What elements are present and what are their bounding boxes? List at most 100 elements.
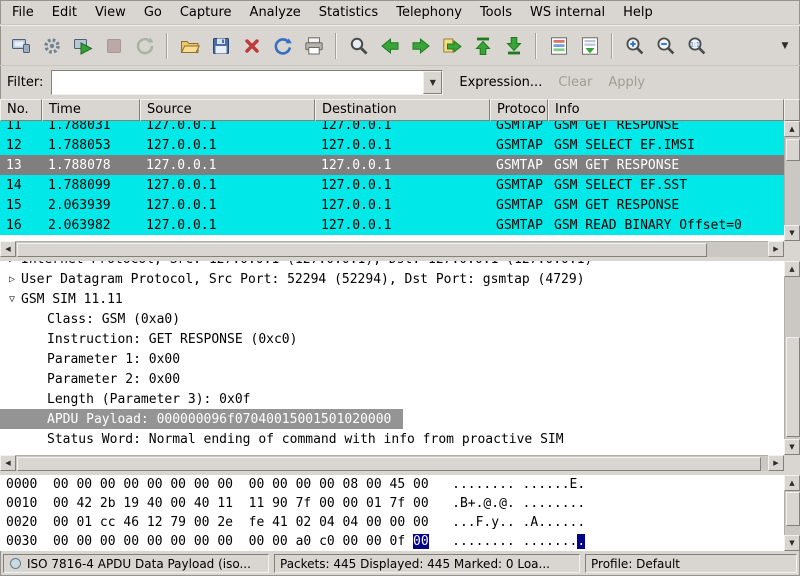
scroll-left-icon[interactable]: ◀ [0, 455, 16, 471]
menu-telephony[interactable]: Telephony [387, 2, 471, 23]
scroll-down-icon[interactable]: ▼ [784, 535, 800, 551]
expression-button[interactable]: Expression... [459, 75, 542, 90]
detail-line[interactable]: ▷Internet Protocol, Src: 127.0.0.1 (127.… [0, 261, 784, 269]
capture-options-button[interactable] [36, 30, 67, 61]
packet-cell: 127.0.0.1 [315, 158, 490, 173]
packet-details: ▷Internet Protocol, Src: 127.0.0.1 (127.… [0, 261, 784, 455]
detail-line[interactable]: Parameter 1: 0x00 [0, 349, 784, 369]
toolbar-overflow-button[interactable]: ▼ [775, 34, 795, 58]
scroll-left-icon[interactable]: ◀ [0, 241, 16, 257]
toolbar-separator [535, 33, 537, 59]
clear-button[interactable]: Clear [558, 75, 592, 90]
detail-line[interactable]: Status Word: Normal ending of command wi… [0, 429, 784, 449]
details-hscrollbar[interactable]: ◀ ▶ [0, 455, 784, 471]
menu-statistics[interactable]: Statistics [310, 2, 387, 23]
save-file-button[interactable] [205, 30, 236, 61]
hex-vscroll-thumb[interactable] [786, 492, 800, 526]
packet-row[interactable]: 152.063939127.0.0.1127.0.0.1GSMTAPGSM GE… [0, 195, 784, 215]
details-vscroll-thumb[interactable] [786, 337, 800, 437]
hex-vscrollbar[interactable]: ▲ ▼ [784, 475, 800, 551]
go-back-button[interactable] [374, 30, 405, 61]
column-header-time[interactable]: Time [42, 99, 140, 121]
zoom-100-button[interactable]: 1:1 [681, 30, 712, 61]
hex-row[interactable]: 0000 00 00 00 00 00 00 00 00 00 00 00 00… [0, 475, 784, 494]
close-file-button[interactable] [236, 30, 267, 61]
filter-dropdown-arrow-icon[interactable]: ▼ [423, 71, 442, 94]
menu-view[interactable]: View [86, 2, 135, 23]
packet-row[interactable]: 162.063982127.0.0.1127.0.0.1GSMTAPGSM RE… [0, 215, 784, 235]
list-interfaces-button[interactable] [5, 30, 36, 61]
capture-restart-button[interactable] [129, 30, 160, 61]
scroll-up-icon[interactable]: ▲ [784, 121, 800, 137]
menu-ws-internal[interactable]: WS internal [521, 2, 614, 23]
menu-analyze[interactable]: Analyze [241, 2, 310, 23]
main-toolbar: 1:1 ▼ [0, 25, 800, 66]
packet-list-hscrollbar[interactable]: ◀ ▶ [0, 241, 784, 257]
selected-hex-byte[interactable]: 00 [413, 534, 429, 549]
go-to-top-button[interactable] [467, 30, 498, 61]
packet-row[interactable]: 121.788053127.0.0.1127.0.0.1GSMTAPGSM SE… [0, 135, 784, 155]
scroll-down-icon[interactable]: ▼ [784, 225, 800, 241]
colorize-packets-button[interactable] [543, 30, 574, 61]
detail-line[interactable]: APDU Payload: 000000096f0704001500150102… [0, 409, 403, 429]
packet-row[interactable]: 111.788031127.0.0.1127.0.0.1GSMTAPGSM GE… [0, 121, 784, 135]
detail-line[interactable]: Class: GSM (0xa0) [0, 309, 784, 329]
hex-row[interactable]: 0030 00 00 00 00 00 00 00 00 00 00 a0 c0… [0, 532, 784, 551]
packet-cell: GSM GET RESPONSE [548, 158, 784, 173]
capture-start-button[interactable] [67, 30, 98, 61]
hex-row[interactable]: 0010 00 42 2b 19 40 00 40 11 11 90 7f 00… [0, 494, 784, 513]
detail-line[interactable]: ▷User Datagram Protocol, Src Port: 52294… [0, 269, 784, 289]
packet-list-vscrollbar[interactable]: ▲ ▼ [784, 121, 800, 241]
packet-cell: 15 [0, 198, 42, 213]
expander-collapsed-icon[interactable]: ▷ [3, 261, 21, 265]
details-vscrollbar[interactable]: ▲ ▼ [784, 261, 800, 455]
zoom-in-button[interactable] [619, 30, 650, 61]
packet-cell: 1.788053 [42, 138, 140, 153]
column-header-protocol[interactable]: Protocol [490, 99, 548, 121]
svg-text:1:1: 1:1 [690, 41, 700, 48]
expander-collapsed-icon[interactable]: ▷ [3, 274, 21, 285]
menu-edit[interactable]: Edit [43, 2, 86, 23]
scroll-right-icon[interactable]: ▶ [768, 241, 784, 257]
detail-line[interactable]: Instruction: GET RESPONSE (0xc0) [0, 329, 784, 349]
open-file-button[interactable] [174, 30, 205, 61]
packet-list-hscroll-thumb[interactable] [17, 243, 707, 257]
selected-ascii-byte[interactable]: . [577, 534, 585, 549]
print-button[interactable] [298, 30, 329, 61]
details-hscroll-thumb[interactable] [17, 457, 761, 471]
column-header-source[interactable]: Source [140, 99, 315, 121]
scroll-up-icon[interactable]: ▲ [784, 261, 800, 277]
packet-list-vscroll-thumb[interactable] [786, 139, 800, 161]
menu-help[interactable]: Help [614, 2, 662, 23]
menu-tools[interactable]: Tools [471, 2, 521, 23]
menu-go[interactable]: Go [135, 2, 171, 23]
scroll-down-icon[interactable]: ▼ [784, 439, 800, 455]
go-to-packet-button[interactable] [436, 30, 467, 61]
detail-line[interactable]: Parameter 2: 0x00 [0, 369, 784, 389]
menu-file[interactable]: File [3, 2, 43, 23]
auto-scroll-button[interactable] [574, 30, 605, 61]
detail-line[interactable]: Length (Parameter 3): 0x0f [0, 389, 784, 409]
detail-line[interactable]: ▽GSM SIM 11.11 [0, 289, 784, 309]
expander-expanded-icon[interactable]: ▽ [3, 294, 21, 305]
filter-input[interactable] [52, 71, 423, 94]
capture-stop-button[interactable] [98, 30, 129, 61]
detail-text: APDU Payload: 000000096f0704001500150102… [47, 412, 391, 427]
reload-button[interactable] [267, 30, 298, 61]
scroll-up-icon[interactable]: ▲ [784, 475, 800, 491]
column-header-no[interactable]: No. [0, 99, 42, 121]
scroll-right-icon[interactable]: ▶ [768, 455, 784, 471]
zoom-out-button[interactable] [650, 30, 681, 61]
find-packet-button[interactable] [343, 30, 374, 61]
column-header-destination[interactable]: Destination [315, 99, 490, 121]
menu-capture[interactable]: Capture [171, 2, 241, 23]
column-header-info[interactable]: Info [548, 99, 784, 121]
go-to-bottom-button[interactable] [498, 30, 529, 61]
packet-row[interactable]: 131.788078127.0.0.1127.0.0.1GSMTAPGSM GE… [0, 155, 784, 175]
close-file-icon [241, 35, 263, 57]
go-forward-button[interactable] [405, 30, 436, 61]
print-icon [303, 35, 325, 57]
packet-row[interactable]: 141.788099127.0.0.1127.0.0.1GSMTAPGSM SE… [0, 175, 784, 195]
hex-row[interactable]: 0020 00 01 cc 46 12 79 00 2e fe 41 02 04… [0, 513, 784, 532]
apply-button[interactable]: Apply [608, 75, 645, 90]
